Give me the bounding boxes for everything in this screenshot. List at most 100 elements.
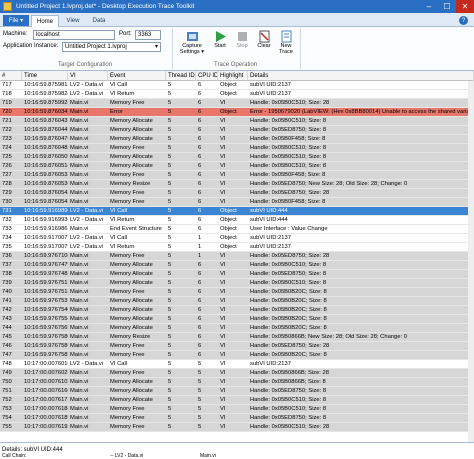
start-button[interactable]: Start: [210, 30, 230, 49]
cell-details: subVI UID:444: [250, 217, 288, 223]
table-row[interactable]: 723 10:16:59.8760476 Main.vi Memory Allocat…: [0, 135, 474, 144]
table-row[interactable]: 750 10:17:00.0076103 Main.vi Memory Allocat…: [0, 378, 474, 387]
table-row[interactable]: 754 10:17:00.0076189 Main.vi Memory Free 5 5 V…: [0, 414, 474, 423]
table-row[interactable]: 722 10:16:59.8760447 Main.vi Memory Allocat…: [0, 126, 474, 135]
column-header-number[interactable]: #: [0, 71, 22, 81]
cell-event: Memory Free: [110, 145, 145, 151]
tab-home[interactable]: Home: [31, 15, 59, 27]
app-instance-dropdown[interactable]: Untitled Project 1.lvproj ▾: [62, 42, 161, 52]
table-row[interactable]: 740 10:16:59.9767518 Main.vi Memory Free 5 6 V…: [0, 288, 474, 297]
cell-number: 736: [2, 253, 12, 259]
column-header-vi[interactable]: VI: [68, 71, 108, 81]
cell-number: 742: [2, 307, 12, 313]
table-row[interactable]: 746 10:16:59.9767586 Main.vi Memory Free 5 6 V…: [0, 342, 474, 351]
column-header-highlight[interactable]: Highlight: [218, 71, 248, 81]
table-row[interactable]: 726 10:16:59.8760514 Main.vi Memory Allocat…: [0, 162, 474, 171]
table-row[interactable]: 747 10:16:59.9767589 Main.vi Memory Free 5 6 V…: [0, 351, 474, 360]
cell-highlight: VI: [220, 388, 226, 394]
table-row[interactable]: 741 10:16:59.9767537 Main.vi Memory Allocat…: [0, 297, 474, 306]
cell-number: 746: [2, 343, 12, 349]
table-row[interactable]: 744 10:16:59.9767569 Main.vi Memory Allocat…: [0, 324, 474, 333]
cell-vi: LV2 - Data.vi: [70, 91, 104, 97]
help-icon[interactable]: ?: [459, 16, 468, 25]
table-row[interactable]: 743 10:16:59.9767554 Main.vi Memory Allocat…: [0, 315, 474, 324]
table-row[interactable]: 751 10:17:00.0076160 Main.vi Memory Allocat…: [0, 387, 474, 396]
table-row[interactable]: 724 10:16:59.8760485 Main.vi Memory Free 5 6 V…: [0, 144, 474, 153]
table-row[interactable]: 739 10:16:59.9767515 Main.vi Memory Allocat…: [0, 279, 474, 288]
table-row[interactable]: 753 10:17:00.0076184 Main.vi Memory Free 5 5 V…: [0, 405, 474, 414]
table-row[interactable]: 734 10:16:59.9170077 LV2 - Data.vi VI Call 5…: [0, 234, 474, 243]
maximize-button[interactable]: ☐: [438, 0, 456, 13]
vertical-scrollbar[interactable]: [468, 81, 474, 442]
table-row[interactable]: 725 10:16:59.8760509 Main.vi Memory Allocat…: [0, 153, 474, 162]
table-row[interactable]: 721 10:16:59.8760437 Main.vi Memory Allocat…: [0, 117, 474, 126]
cell-details: Handle: 0x05B0C510; Size: 8: [250, 280, 327, 286]
table-row[interactable]: 735 10:16:59.9170079 LV2 - Data.vi VI Retur…: [0, 243, 474, 252]
minimize-button[interactable]: –: [420, 0, 438, 13]
trace-operation-group-label: Trace Operation: [214, 62, 258, 68]
table-row[interactable]: 732 10:16:59.9169936 LV2 - Data.vi VI Retur…: [0, 216, 474, 225]
tab-data[interactable]: Data: [87, 15, 111, 27]
column-header-time[interactable]: Time: [22, 71, 68, 81]
port-field[interactable]: 3363: [135, 30, 161, 40]
table-row[interactable]: 752 10:17:00.0076171 Main.vi Memory Allocat…: [0, 396, 474, 405]
cell-thread-id: 5: [168, 127, 172, 133]
table-row[interactable]: 717 10:16:59.8759818 LV2 - Data.vi VI Call 5…: [0, 81, 474, 90]
table-row[interactable]: 730 10:16:59.8760543 Main.vi Memory Free 5 6 V…: [0, 198, 474, 207]
call-chain-entry: -- LV2 - Data.vi: [110, 453, 144, 459]
column-header-event[interactable]: Event: [108, 71, 166, 81]
table-row[interactable]: 737 10:16:59.9767479 Main.vi Memory Allocat…: [0, 261, 474, 270]
table-row[interactable]: 731 10:16:59.9169890 LV2 - Data.vi VI Call 5…: [0, 207, 474, 216]
column-header-cpu-id[interactable]: CPU ID: [196, 71, 218, 81]
target-configuration-group-label: Target Configuration: [58, 62, 113, 68]
table-row[interactable]: 719 10:16:59.8759927 Main.vi Memory Free 5 6 V…: [0, 99, 474, 108]
clear-button[interactable]: Clear: [254, 30, 274, 49]
close-button[interactable]: ✕: [456, 0, 474, 13]
table-row[interactable]: 729 10:16:59.8760542 Main.vi Memory Free 5 6 V…: [0, 189, 474, 198]
cell-event: Memory Allocate: [110, 298, 153, 304]
cell-vi: LV2 - Data.vi: [70, 217, 104, 223]
cell-time: 10:16:59.9767569: [24, 325, 68, 331]
cell-highlight: VI: [220, 424, 226, 430]
machine-field[interactable]: localhost: [33, 30, 115, 40]
table-row[interactable]: 749 10:17:00.0076027 Main.vi Memory Free 5 5 V…: [0, 369, 474, 378]
table-row[interactable]: 720 10:16:59.8760347 Main.vi Error 5 6 Object E…: [0, 108, 474, 117]
table-row[interactable]: 742 10:16:59.9767540 Main.vi Memory Allocat…: [0, 306, 474, 315]
cell-cpu-id: 6: [198, 298, 202, 304]
cell-details: Handle: 0x05ED8750; New Size: 28; Old Si…: [250, 181, 408, 187]
cell-details: Handle: 0x05ED8750; Size: 8: [250, 127, 327, 133]
trace-table[interactable]: # Time VI Event Thread ID CPU ID Highlig…: [0, 71, 474, 443]
table-row[interactable]: 736 10:16:59.9767108 Main.vi Memory Free 5 1 V…: [0, 252, 474, 261]
cell-time: 10:16:59.9767540: [24, 307, 68, 313]
cell-number: 719: [2, 100, 12, 106]
new-trace-button[interactable]: New Trace: [276, 30, 296, 55]
table-row[interactable]: 755 10:17:00.0076193 Main.vi Memory Free 5 5 V…: [0, 423, 474, 432]
table-row[interactable]: 748 10:17:00.0076010 LV2 - Data.vi VI Call 5…: [0, 360, 474, 369]
column-header-thread-id[interactable]: Thread ID: [166, 71, 196, 81]
cell-vi: Main.vi: [70, 154, 89, 160]
cell-vi: Main.vi: [70, 118, 89, 124]
cell-number: 734: [2, 235, 12, 241]
table-row[interactable]: 733 10:16:59.9169861 Main.vi End Event Stru…: [0, 225, 474, 234]
cell-event: Error: [110, 109, 123, 115]
cell-cpu-id: 6: [198, 100, 202, 106]
table-row[interactable]: 727 10:16:59.8760532 Main.vi Memory Free 5 6 V…: [0, 171, 474, 180]
tab-view[interactable]: View: [61, 15, 85, 27]
stop-button[interactable]: Stop: [232, 30, 252, 49]
cell-number: 752: [2, 397, 12, 403]
cell-highlight: VI: [220, 361, 226, 367]
column-header-details[interactable]: Details: [248, 71, 474, 81]
table-row[interactable]: 745 10:16:59.9767580 Main.vi Memory Resize 5…: [0, 333, 474, 342]
cell-event: Memory Free: [110, 172, 145, 178]
cell-thread-id: 5: [168, 253, 172, 259]
file-menu-button[interactable]: File ▾: [3, 15, 29, 26]
cell-number: 749: [2, 370, 12, 376]
cell-event: VI Call: [110, 235, 128, 241]
table-row[interactable]: 718 10:16:59.8759828 LV2 - Data.vi VI Retur…: [0, 90, 474, 99]
cell-time: 10:16:59.9767518: [24, 289, 68, 295]
cell-cpu-id: 6: [198, 352, 202, 358]
table-row[interactable]: 738 10:16:59.9767483 Main.vi Memory Allocat…: [0, 270, 474, 279]
cell-time: 10:16:59.9767589: [24, 352, 68, 358]
table-row[interactable]: 728 10:16:59.8760536 Main.vi Memory Resize 5…: [0, 180, 474, 189]
capture-settings-button[interactable]: Capture Settings ▾: [176, 30, 208, 55]
